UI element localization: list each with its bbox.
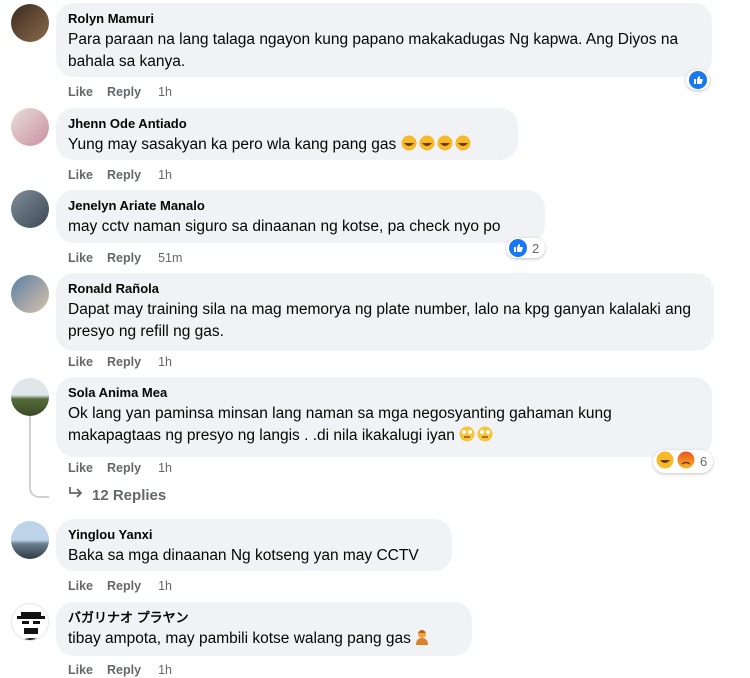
like-button[interactable]: Like [68, 461, 93, 475]
timestamp[interactable]: 1h [158, 579, 172, 593]
like-button[interactable]: Like [68, 355, 93, 369]
comment-actions: Like Reply 1h [68, 167, 186, 183]
avatar[interactable] [11, 275, 49, 313]
laughing-emoji-icon [401, 135, 471, 158]
like-button[interactable]: Like [68, 579, 93, 593]
angry-reaction-icon [677, 451, 695, 472]
reply-button[interactable]: Reply [107, 251, 141, 265]
view-replies-link[interactable]: 12 Replies [68, 486, 166, 504]
commenter-name[interactable]: Yinglou Yanxi [68, 527, 440, 543]
timestamp[interactable]: 1h [158, 355, 172, 369]
rolling-eyes-emoji-icon [459, 426, 495, 449]
like-button[interactable]: Like [68, 85, 93, 99]
avatar[interactable] [11, 521, 49, 559]
reply-button[interactable]: Reply [107, 168, 141, 182]
comment-actions: Like Reply 1h [68, 460, 186, 476]
commenter-name[interactable]: Sola Anima Mea [68, 385, 700, 401]
comment-text: Yung may sasakyan ka pero wla kang pang … [68, 134, 506, 158]
person-emoji-icon [415, 629, 429, 652]
reaction-summary[interactable] [686, 70, 710, 90]
replies-count-label[interactable]: 12 Replies [92, 487, 166, 504]
commenter-name[interactable]: Rolyn Mamuri [68, 11, 700, 27]
like-reaction-icon [509, 239, 527, 257]
like-button[interactable]: Like [68, 251, 93, 265]
comment-text-content: Yung may sasakyan ka pero wla kang pang … [68, 136, 397, 153]
avatar[interactable] [11, 108, 49, 146]
reply-arrow-icon [68, 486, 84, 504]
heisenberg-avatar-icon [17, 612, 45, 640]
reaction-summary[interactable]: 2 [506, 238, 546, 258]
comment-text: Ok lang yan paminsa minsan lang naman sa… [68, 403, 700, 449]
like-button[interactable]: Like [68, 168, 93, 182]
comment-bubble: Sola Anima Mea Ok lang yan paminsa minsa… [56, 377, 712, 457]
comment-actions: Like Reply 1h [68, 662, 186, 678]
avatar[interactable] [11, 4, 49, 42]
comment-actions: Like Reply 1h [68, 354, 186, 370]
reply-button[interactable]: Reply [107, 85, 141, 99]
thread-line [29, 414, 49, 498]
comment-bubble: Jenelyn Ariate Manalo may cctv naman sig… [56, 190, 545, 243]
avatar[interactable] [11, 190, 49, 228]
avatar[interactable] [11, 378, 49, 416]
comment-text: Dapat may training sila na mag memorya n… [68, 301, 691, 340]
commenter-name[interactable]: バガリナオ プラヤン [68, 610, 460, 626]
comment-actions: Like Reply 51m [68, 250, 196, 266]
reaction-count: 6 [700, 454, 708, 469]
timestamp[interactable]: 1h [158, 663, 172, 677]
comment-bubble: バガリナオ プラヤン tibay ampota, may pambili kot… [56, 602, 472, 656]
comment-actions: Like Reply 1h [68, 84, 186, 100]
timestamp[interactable]: 1h [158, 85, 172, 99]
comment-bubble: Rolyn Mamuri Para paraan na lang talaga … [56, 3, 712, 77]
timestamp[interactable]: 1h [158, 168, 172, 182]
reaction-summary[interactable]: 6 [653, 450, 714, 473]
comment-bubble: Ronald Rañola Dapat may training sila na… [56, 273, 714, 351]
commenter-name[interactable]: Jenelyn Ariate Manalo [68, 198, 533, 214]
comment-text: tibay ampota, may pambili kotse walang p… [68, 628, 460, 652]
comment-text-content: Ok lang yan paminsa minsan lang naman sa… [68, 405, 612, 444]
commenter-name[interactable]: Jhenn Ode Antiado [68, 116, 506, 132]
timestamp[interactable]: 51m [158, 251, 182, 265]
comment-text: Baka sa mga dinaanan Ng kotseng yan may … [68, 547, 419, 564]
reply-button[interactable]: Reply [107, 355, 141, 369]
like-reaction-icon [689, 71, 707, 89]
comment-text-content: tibay ampota, may pambili kotse walang p… [68, 630, 411, 647]
reply-button[interactable]: Reply [107, 663, 141, 677]
like-button[interactable]: Like [68, 663, 93, 677]
haha-reaction-icon [656, 451, 674, 472]
comment-text: may cctv naman siguro sa dinaanan ng kot… [68, 218, 501, 235]
reaction-count: 2 [532, 240, 540, 256]
timestamp[interactable]: 1h [158, 461, 172, 475]
comment-bubble: Jhenn Ode Antiado Yung may sasakyan ka p… [56, 108, 518, 160]
comment-actions: Like Reply 1h [68, 578, 186, 594]
commenter-name[interactable]: Ronald Rañola [68, 281, 702, 297]
avatar[interactable] [11, 603, 49, 641]
comment-text: Para paraan na lang talaga ngayon kung p… [68, 31, 679, 70]
reply-button[interactable]: Reply [107, 461, 141, 475]
comment-bubble: Yinglou Yanxi Baka sa mga dinaanan Ng ko… [56, 519, 452, 571]
reply-button[interactable]: Reply [107, 579, 141, 593]
